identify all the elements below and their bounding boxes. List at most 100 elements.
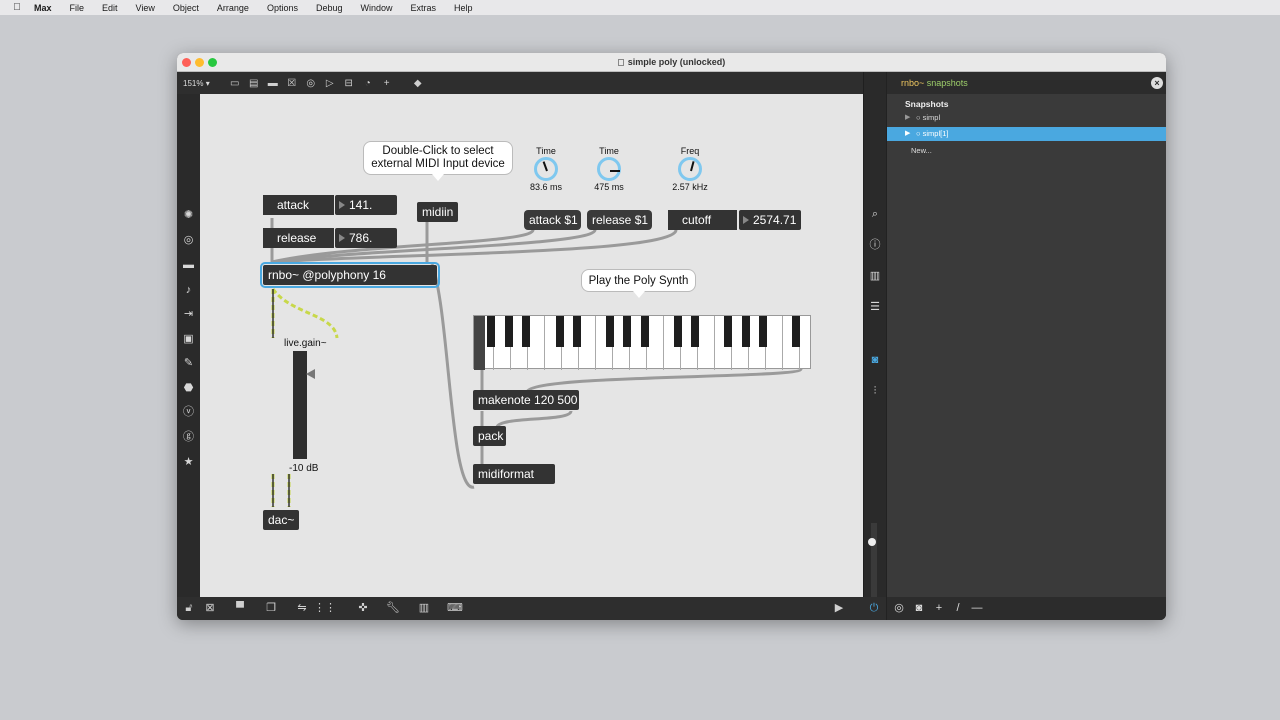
rnbo-object[interactable]: rnbo~ @polyphony 16 bbox=[260, 262, 440, 288]
search-icon[interactable]: ⌕ bbox=[867, 206, 883, 222]
edit-icon[interactable]: / bbox=[951, 601, 965, 615]
paperclip-icon[interactable]: ✎ bbox=[181, 356, 196, 371]
menu-object[interactable]: Object bbox=[173, 3, 199, 13]
audio-power-icon[interactable]: ⏻ bbox=[866, 601, 882, 616]
pack-object[interactable]: pack bbox=[473, 426, 506, 446]
attack-dial[interactable]: Time 83.6 ms bbox=[524, 146, 568, 192]
add-icon[interactable]: + bbox=[932, 601, 946, 615]
menu-window[interactable]: Window bbox=[361, 3, 393, 13]
media-icon[interactable]: ▬ bbox=[181, 258, 196, 273]
reference-book-icon[interactable]: ▥ bbox=[867, 268, 883, 284]
keyboard-icon[interactable]: ⌨ bbox=[447, 601, 463, 616]
menu-file[interactable]: File bbox=[70, 3, 85, 13]
comment-midi-input: Double-Click to select external MIDI Inp… bbox=[363, 141, 513, 181]
plugin-icon[interactable]: ⬣ bbox=[181, 381, 196, 396]
release-attrui[interactable]: release bbox=[263, 228, 334, 248]
attack-message[interactable]: attack $1 bbox=[524, 210, 581, 230]
snapshot-item[interactable]: ▶ ○ simpl bbox=[887, 111, 1166, 125]
panel-title-rest: snapshots bbox=[924, 78, 968, 88]
window-title: simple poly (unlocked) bbox=[177, 57, 1166, 67]
attack-number-box[interactable]: 141. bbox=[335, 195, 397, 215]
freq-dial[interactable]: Freq 2.57 kHz bbox=[668, 146, 712, 192]
mixer-icon[interactable]: ⫶ bbox=[867, 383, 883, 399]
disclosure-icon[interactable]: ▶ bbox=[905, 113, 910, 121]
menu-options[interactable]: Options bbox=[267, 3, 298, 13]
target-icon[interactable]: ◎ bbox=[892, 601, 906, 615]
disclosure-icon[interactable]: ▶ bbox=[905, 129, 910, 137]
midiformat-object[interactable]: midiformat bbox=[473, 464, 555, 484]
piano-icon[interactable]: ▥ bbox=[416, 601, 432, 616]
new-snapshot-item[interactable]: New... bbox=[911, 146, 932, 155]
remove-icon[interactable]: — bbox=[970, 601, 984, 615]
button-object-icon[interactable]: ◎ bbox=[302, 75, 320, 91]
favorites-star-icon[interactable]: ★ bbox=[181, 455, 196, 470]
release-message[interactable]: release $1 bbox=[587, 210, 652, 230]
snapshots-panel: rnbo~ snapshots × Snapshots ▶ ○ simpl ▶ … bbox=[886, 72, 1166, 620]
v8-icon[interactable]: ⓥ bbox=[181, 405, 196, 420]
volume-knob[interactable] bbox=[868, 538, 876, 546]
lock-icon[interactable]: 🔓︎ bbox=[181, 601, 197, 616]
layers-icon[interactable]: ❐ bbox=[263, 601, 279, 616]
freq-dial-knob[interactable] bbox=[678, 157, 702, 181]
snapshot-camera-icon[interactable]: ◙ bbox=[867, 352, 883, 368]
pack-text: pack bbox=[478, 429, 504, 443]
dac-object[interactable]: dac~ bbox=[263, 510, 299, 530]
slider-object-icon[interactable]: ⊟ bbox=[340, 75, 358, 91]
list-icon[interactable]: ☰ bbox=[867, 299, 883, 315]
video-icon[interactable]: ⇥ bbox=[181, 307, 196, 322]
new-object-icon[interactable]: ▭ bbox=[226, 75, 244, 91]
menu-extras[interactable]: Extras bbox=[411, 3, 437, 13]
playback-object-icon[interactable]: ▷ bbox=[321, 75, 339, 91]
presentation-icon[interactable]: ⊠ bbox=[202, 601, 218, 616]
snapshot-label: ○ simpl bbox=[916, 113, 941, 122]
dial-object-icon[interactable]: ◔ bbox=[359, 75, 377, 91]
snapshot-item-selected[interactable]: ▶ ○ simpl[1] bbox=[887, 127, 1166, 141]
live-gain-slider[interactable] bbox=[293, 351, 315, 459]
window-titlebar[interactable]: simple poly (unlocked) bbox=[177, 53, 1166, 72]
info-icon[interactable]: ⓘ bbox=[867, 237, 883, 253]
toggle-icon[interactable]: ☒ bbox=[283, 75, 301, 91]
kslider-keyboard[interactable] bbox=[473, 315, 811, 370]
close-icon[interactable]: × bbox=[1151, 77, 1163, 89]
comment-midi-text: Double-Click to select external MIDI Inp… bbox=[371, 145, 505, 170]
menu-max[interactable]: Max bbox=[34, 3, 52, 13]
debug-icon[interactable]: ⇋ bbox=[294, 601, 310, 616]
attack-attrui[interactable]: attack bbox=[263, 195, 334, 215]
apple-icon[interactable]:  bbox=[0, 2, 34, 13]
camera-icon[interactable]: ◙ bbox=[912, 601, 926, 615]
comment-icon[interactable]: ▀ bbox=[232, 601, 248, 616]
attack-dial-knob[interactable] bbox=[534, 157, 558, 181]
volume-slider[interactable] bbox=[871, 523, 877, 597]
comment-tail bbox=[432, 174, 444, 181]
add-object-icon[interactable]: + bbox=[378, 75, 396, 91]
panel-title-prefix: rnbo~ bbox=[901, 78, 925, 88]
cutoff-attrui[interactable]: cutoff bbox=[668, 210, 737, 230]
release-number-box[interactable]: 786. bbox=[335, 228, 397, 248]
image-icon[interactable]: ▣ bbox=[181, 332, 196, 347]
menu-arrange[interactable]: Arrange bbox=[217, 3, 249, 13]
menu-view[interactable]: View bbox=[136, 3, 155, 13]
freq-dial-value: 2.57 kHz bbox=[672, 182, 708, 192]
paint-bucket-icon[interactable]: ◆ bbox=[409, 75, 427, 91]
midiformat-text: midiformat bbox=[478, 467, 535, 481]
transport-play-icon[interactable]: ▶ bbox=[831, 601, 847, 616]
target-icon[interactable]: ◎ bbox=[181, 233, 196, 248]
snap-icon[interactable]: ✜ bbox=[355, 601, 371, 616]
menu-edit[interactable]: Edit bbox=[102, 3, 118, 13]
cutoff-number-box[interactable]: 2574.71 bbox=[739, 210, 801, 230]
release-dial[interactable]: Time 475 ms bbox=[587, 146, 631, 192]
makenote-object[interactable]: makenote 120 500 bbox=[473, 390, 579, 410]
zoom-menu[interactable]: 151% ▾ bbox=[183, 79, 210, 88]
menu-debug[interactable]: Debug bbox=[316, 3, 343, 13]
menu-help[interactable]: Help bbox=[454, 3, 473, 13]
packages-icon[interactable]: ✺ bbox=[181, 208, 196, 223]
music-note-icon[interactable]: ♪ bbox=[181, 283, 196, 298]
new-message-icon[interactable]: ▤ bbox=[245, 75, 263, 91]
grid-icon[interactable]: ⋮⋮ bbox=[314, 601, 336, 616]
new-comment-icon[interactable]: ▬ bbox=[264, 75, 282, 91]
patcher-canvas[interactable]: Double-Click to select external MIDI Inp… bbox=[200, 94, 863, 597]
wrench-icon[interactable]: 🔧︎ bbox=[385, 601, 401, 616]
release-dial-knob[interactable] bbox=[597, 157, 621, 181]
gen-icon[interactable]: ⓖ bbox=[181, 430, 196, 445]
midiin-object[interactable]: midiin bbox=[417, 202, 458, 222]
